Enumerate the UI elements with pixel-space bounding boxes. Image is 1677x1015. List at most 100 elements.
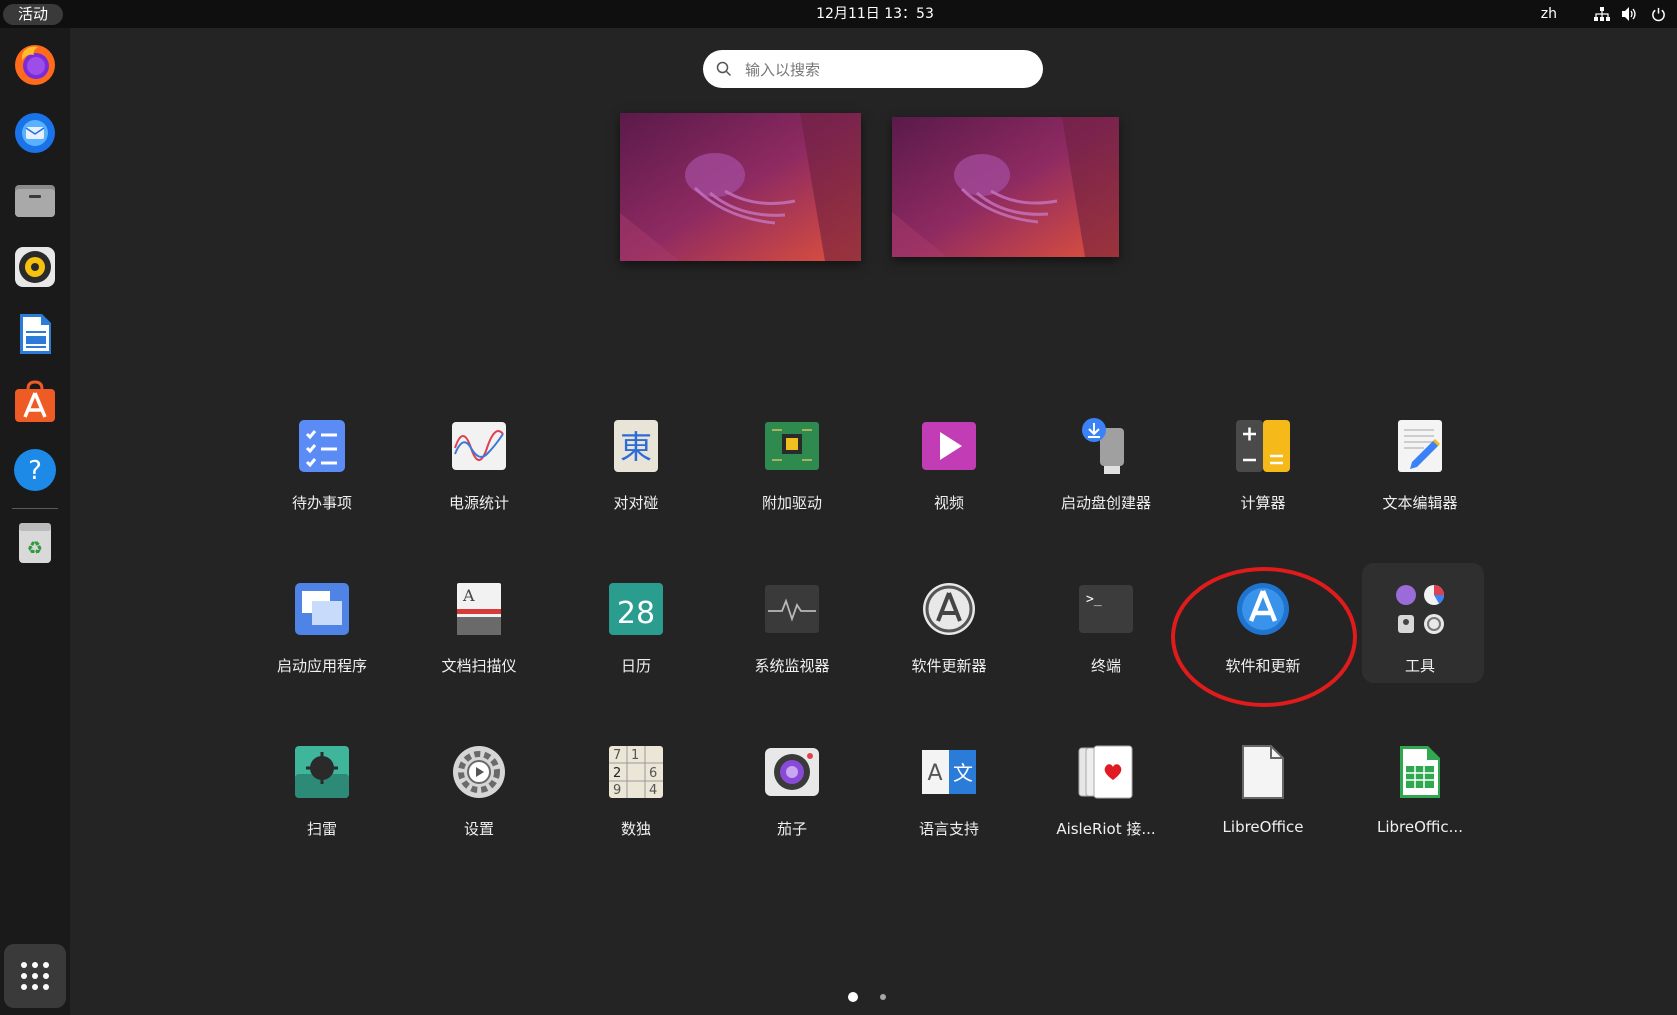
- startup-disk-creator-icon: [1078, 418, 1134, 474]
- app-mahjongg[interactable]: 東 对对碰: [561, 408, 711, 538]
- power-statistics-icon: [451, 418, 507, 474]
- app-label: 对对碰: [613, 494, 659, 512]
- trash-icon[interactable]: ♻: [11, 518, 59, 566]
- terminal-icon: >_: [1078, 581, 1134, 637]
- svg-text:7: 7: [613, 748, 621, 763]
- app-cheese[interactable]: 茄子: [717, 734, 867, 864]
- app-label: 文本编辑器: [1382, 494, 1458, 512]
- app-label: LibreOffice: [1222, 818, 1304, 836]
- todo-icon: [294, 418, 350, 474]
- firefox-icon[interactable]: [11, 40, 59, 88]
- svg-text:4: 4: [649, 783, 657, 798]
- app-label: 设置: [463, 820, 494, 838]
- activities-button[interactable]: 活动: [3, 4, 63, 25]
- app-label: 系统监视器: [754, 657, 830, 675]
- system-tray[interactable]: zh: [1541, 0, 1677, 28]
- app-libreoffice-calc[interactable]: LibreOffic...: [1345, 734, 1495, 864]
- thunderbird-icon[interactable]: [11, 108, 59, 156]
- app-label: 日历: [620, 657, 651, 675]
- search-input[interactable]: [743, 57, 1027, 83]
- app-aisleriot[interactable]: AisleRiot 接...: [1031, 734, 1181, 864]
- page-dot-2[interactable]: [880, 994, 886, 1000]
- rhythmbox-icon[interactable]: [11, 243, 59, 291]
- aisleriot-icon: [1078, 744, 1134, 800]
- sudoku-icon: 712 6 9 4: [608, 744, 664, 800]
- show-applications-button[interactable]: [4, 944, 66, 1008]
- app-sudoku[interactable]: 712 6 9 4 数独: [561, 734, 711, 864]
- app-text-editor[interactable]: 文本编辑器: [1345, 408, 1495, 538]
- app-label: 计算器: [1240, 494, 1286, 512]
- svg-text:A: A: [927, 761, 942, 786]
- app-label: 茄子: [776, 820, 807, 838]
- calendar-icon: 28: [608, 581, 664, 637]
- app-label: 启动盘创建器: [1060, 494, 1151, 512]
- svg-text:1: 1: [631, 748, 639, 763]
- top-bar: 活动 12月11日 13：53 zh: [0, 0, 1677, 28]
- app-label: 视频: [933, 494, 964, 512]
- startup-applications-icon: [294, 581, 350, 637]
- workspace-thumbnail-2[interactable]: [892, 117, 1119, 257]
- videos-icon: [921, 418, 977, 474]
- app-settings[interactable]: 设置: [404, 734, 554, 864]
- dock: ? ♻: [0, 28, 70, 1015]
- app-label: 工具: [1404, 657, 1435, 675]
- clock[interactable]: 12月11日 13：53: [760, 4, 990, 25]
- svg-text:>_: >_: [1086, 592, 1102, 607]
- app-label: 文档扫描仪: [441, 657, 517, 675]
- calculator-icon: [1235, 418, 1291, 474]
- app-label: AisleRiot 接...: [1056, 820, 1156, 838]
- app-system-monitor[interactable]: 系统监视器: [717, 571, 867, 701]
- app-calculator[interactable]: 计算器: [1188, 408, 1338, 538]
- app-videos[interactable]: 视频: [874, 408, 1024, 538]
- svg-text:6: 6: [649, 766, 657, 781]
- mines-icon: [294, 744, 350, 800]
- input-language-indicator[interactable]: zh: [1541, 6, 1557, 22]
- svg-text:♻: ♻: [27, 538, 43, 559]
- cheese-icon: [764, 744, 820, 800]
- volume-icon[interactable]: [1621, 5, 1639, 23]
- workspace-thumbnail-1[interactable]: [620, 113, 861, 261]
- app-mines[interactable]: 扫雷: [247, 734, 397, 864]
- svg-text:9: 9: [613, 783, 621, 798]
- software-updater-icon: [921, 581, 977, 637]
- app-power-statistics[interactable]: 电源统计: [404, 408, 554, 538]
- app-label: 待办事项: [291, 494, 352, 512]
- app-terminal[interactable]: >_ 终端: [1031, 571, 1181, 701]
- svg-text:2: 2: [613, 766, 621, 781]
- svg-text:東: 東: [620, 428, 652, 466]
- additional-drivers-icon: [764, 418, 820, 474]
- network-icon[interactable]: [1593, 5, 1611, 23]
- app-libreoffice[interactable]: LibreOffice: [1188, 734, 1338, 864]
- mahjongg-icon: 東: [608, 418, 664, 474]
- app-startup-applications[interactable]: 启动应用程序: [247, 571, 397, 701]
- app-todo[interactable]: 待办事项: [247, 408, 397, 538]
- page-dot-1[interactable]: [848, 992, 858, 1002]
- app-software-updater[interactable]: 软件更新器: [874, 571, 1024, 701]
- app-label: LibreOffic...: [1377, 818, 1463, 836]
- app-startup-disk-creator[interactable]: 启动盘创建器: [1031, 408, 1181, 538]
- app-label: 软件更新器: [911, 657, 987, 675]
- settings-icon: [451, 744, 507, 800]
- language-support-icon: A文: [921, 744, 977, 800]
- utilities-folder-icon: [1392, 581, 1448, 637]
- app-calendar[interactable]: 28 日历: [561, 571, 711, 701]
- text-editor-icon: [1392, 418, 1448, 474]
- app-label: 启动应用程序: [276, 657, 367, 675]
- svg-text:?: ?: [28, 456, 42, 486]
- calendar-day: 28: [617, 596, 655, 631]
- system-monitor-icon: [764, 581, 820, 637]
- search-bar[interactable]: [703, 50, 1043, 88]
- libreoffice-calc-icon: [1392, 744, 1448, 800]
- app-additional-drivers[interactable]: 附加驱动: [717, 408, 867, 538]
- app-document-scanner[interactable]: A 文档扫描仪: [404, 571, 554, 701]
- ubuntu-software-icon[interactable]: [11, 378, 59, 426]
- files-icon[interactable]: [11, 176, 59, 224]
- dock-separator: [12, 508, 58, 509]
- app-language-support[interactable]: A文 语言支持: [874, 734, 1024, 864]
- document-scanner-icon: A: [451, 581, 507, 637]
- libreoffice-writer-icon[interactable]: [11, 310, 59, 358]
- help-icon[interactable]: ?: [11, 446, 59, 494]
- power-icon[interactable]: [1649, 5, 1667, 23]
- app-utilities-folder[interactable]: 工具: [1345, 571, 1495, 701]
- app-label: 电源统计: [448, 494, 509, 512]
